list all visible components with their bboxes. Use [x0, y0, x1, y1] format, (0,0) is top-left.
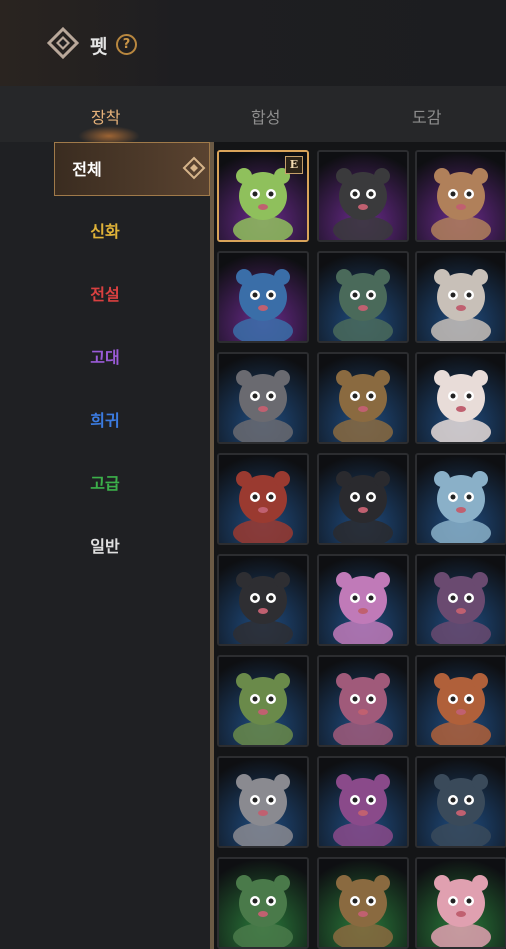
category-label: 전체 [72, 160, 102, 179]
category-label: 전설 [90, 285, 120, 304]
red-dinosaur-pet-portrait [219, 455, 307, 543]
category-all[interactable]: 전체 [54, 142, 210, 196]
category-common[interactable]: 일반 [0, 520, 210, 574]
brown-golem-pet-slot[interactable] [317, 352, 409, 444]
blue-monkey-pet-portrait [219, 253, 307, 341]
tab-synthesis[interactable]: 합성 [251, 104, 280, 128]
category-label: 일반 [90, 537, 120, 556]
sprout-seed-pet-portrait [319, 859, 407, 947]
moss-golem-pet-portrait [219, 657, 307, 745]
question-mark-icon[interactable]: ? [116, 34, 137, 55]
gray-robot-pet-portrait [219, 354, 307, 442]
green-frankenstein-pet-slot[interactable]: E [217, 150, 309, 242]
red-dinosaur-pet-slot[interactable] [217, 453, 309, 545]
moss-golem-pet-slot[interactable] [217, 655, 309, 747]
category-label: 희귀 [90, 411, 120, 430]
pink-robot-pet-slot[interactable] [317, 655, 409, 747]
green-robot-pet-portrait [319, 253, 407, 341]
green-fish-pet-slot[interactable] [217, 857, 309, 949]
category-label: 고대 [90, 348, 120, 367]
fire-rabbit-pet-slot[interactable] [317, 453, 409, 545]
purple-dinosaur-pet-portrait [417, 556, 505, 644]
category-mythic[interactable]: 신화 [0, 205, 210, 259]
ice-golem-pet-portrait [417, 455, 505, 543]
gray-robot-pet-slot[interactable] [217, 352, 309, 444]
green-fish-pet-portrait [219, 859, 307, 947]
blue-monkey-pet-slot[interactable] [217, 251, 309, 343]
teal-unicorn-pet-slot[interactable] [415, 756, 506, 848]
pet-grid: E [214, 142, 506, 949]
pink-robot-pet-portrait [319, 657, 407, 745]
category-label: 신화 [90, 222, 120, 241]
black-rabbit-pet-slot[interactable] [317, 150, 409, 242]
white-unicorn-pet-portrait [417, 354, 505, 442]
category-rare[interactable]: 희귀 [0, 394, 210, 448]
header: 펫 ? [0, 0, 506, 86]
teal-unicorn-pet-portrait [417, 758, 505, 846]
red-panda-pet-portrait [417, 657, 505, 745]
gray-dinosaur-pet-portrait [219, 758, 307, 846]
category-label: 고급 [90, 474, 120, 493]
category-legendary[interactable]: 전설 [0, 268, 210, 322]
monkey-pet-portrait [417, 152, 505, 240]
red-panda-pet-slot[interactable] [415, 655, 506, 747]
category-sidebar: 전체 신화 전설 고대 희귀 고급 일반 [0, 142, 210, 949]
gray-dinosaur-pet-slot[interactable] [217, 756, 309, 848]
pink-unicorn-pet-slot[interactable] [317, 554, 409, 646]
page-title: 펫 [90, 36, 108, 58]
white-cat-pet-slot[interactable] [415, 251, 506, 343]
brown-golem-pet-portrait [319, 354, 407, 442]
flower-fairy-pet-portrait [417, 859, 505, 947]
green-robot-pet-slot[interactable] [317, 251, 409, 343]
purple-unicorn-pet-slot[interactable] [317, 756, 409, 848]
monkey-pet-slot[interactable] [415, 150, 506, 242]
black-cat-pet-slot[interactable] [217, 554, 309, 646]
white-cat-pet-portrait [417, 253, 505, 341]
tab-collection[interactable]: 도감 [412, 104, 441, 128]
white-unicorn-pet-slot[interactable] [415, 352, 506, 444]
ice-golem-pet-slot[interactable] [415, 453, 506, 545]
tab-bar: 장착 합성 도감 [0, 86, 506, 146]
tab-equip[interactable]: 장착 [91, 104, 120, 128]
selected-arrow-icon [182, 156, 206, 180]
pet-logo-icon [46, 26, 80, 60]
category-ancient[interactable]: 고대 [0, 331, 210, 385]
black-rabbit-pet-portrait [319, 152, 407, 240]
pink-unicorn-pet-portrait [319, 556, 407, 644]
equipped-badge: E [285, 156, 303, 174]
sprout-seed-pet-slot[interactable] [317, 857, 409, 949]
purple-dinosaur-pet-slot[interactable] [415, 554, 506, 646]
black-cat-pet-portrait [219, 556, 307, 644]
purple-unicorn-pet-portrait [319, 758, 407, 846]
flower-fairy-pet-slot[interactable] [415, 857, 506, 949]
category-advanced[interactable]: 고급 [0, 457, 210, 511]
fire-rabbit-pet-portrait [319, 455, 407, 543]
